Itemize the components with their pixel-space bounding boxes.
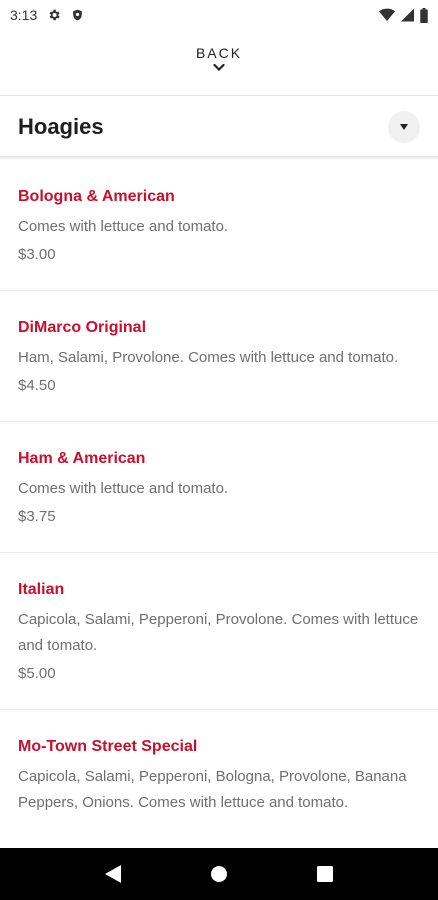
menu-item[interactable]: Italian Capicola, Salami, Pepperoni, Pro… bbox=[0, 553, 438, 710]
menu-item[interactable]: DiMarco Original Ham, Salami, Provolone.… bbox=[0, 291, 438, 422]
back-triangle-icon[interactable] bbox=[93, 854, 133, 894]
shield-icon bbox=[71, 8, 84, 22]
menu-item-price: $3.75 bbox=[18, 508, 56, 525]
chevron-down-icon bbox=[213, 63, 225, 72]
category-toggle-button[interactable] bbox=[388, 111, 420, 143]
menu-item-description: Capicola, Salami, Pepperoni, Provolone. … bbox=[18, 611, 419, 654]
menu-item-description: Capicola, Salami, Pepperoni, Bologna, Pr… bbox=[18, 768, 407, 811]
category-header[interactable]: Hoagies bbox=[0, 98, 438, 156]
menu-item-description: Comes with lettuce and tomato. bbox=[18, 218, 229, 235]
menu-list[interactable]: Bologna & American Comes with lettuce an… bbox=[0, 160, 438, 848]
status-bar: 3:13 bbox=[0, 0, 438, 30]
wifi-icon bbox=[379, 8, 395, 22]
menu-item-name: Mo-Town Street Special bbox=[18, 738, 198, 755]
menu-item-name: DiMarco Original bbox=[18, 319, 147, 336]
category-title: Hoagies bbox=[18, 114, 104, 139]
home-circle-icon[interactable] bbox=[199, 854, 239, 894]
menu-item-name: Bologna & American bbox=[18, 188, 175, 205]
back-button[interactable]: BACK bbox=[0, 40, 438, 92]
menu-item[interactable]: Ham & American Comes with lettuce and to… bbox=[0, 422, 438, 553]
menu-item-price: $4.50 bbox=[18, 377, 56, 394]
menu-item-description: Ham, Salami, Provolone. Comes with lettu… bbox=[18, 349, 399, 366]
menu-item-description: Comes with lettuce and tomato. bbox=[18, 480, 229, 497]
menu-item[interactable]: Bologna & American Comes with lettuce an… bbox=[0, 160, 438, 291]
gear-icon bbox=[47, 8, 61, 22]
menu-item-price: $3.00 bbox=[18, 246, 56, 263]
caret-down-icon bbox=[400, 124, 408, 130]
status-left: 3:13 bbox=[10, 7, 84, 23]
recents-square-icon[interactable] bbox=[305, 854, 345, 894]
menu-item-name: Ham & American bbox=[18, 450, 146, 467]
menu-item[interactable]: Mo-Town Street Special Capicola, Salami,… bbox=[0, 710, 438, 838]
status-right bbox=[379, 7, 428, 23]
back-label: BACK bbox=[195, 45, 243, 61]
menu-item-name: Italian bbox=[18, 581, 65, 598]
status-time: 3:13 bbox=[10, 7, 38, 23]
battery-icon bbox=[420, 7, 428, 23]
system-nav-bar bbox=[0, 848, 438, 900]
signal-icon bbox=[401, 8, 414, 22]
header-divider bbox=[0, 95, 438, 96]
menu-item-price: $5.00 bbox=[18, 665, 56, 682]
